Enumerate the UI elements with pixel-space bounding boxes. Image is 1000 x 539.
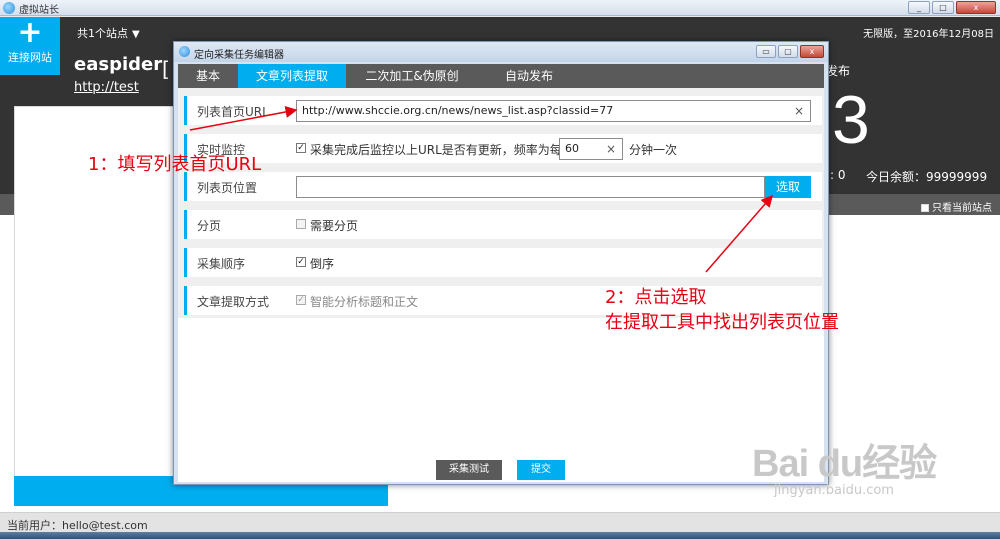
dialog-tabs: 基本 文章列表提取 二次加工&伪原创 自动发布	[178, 64, 824, 88]
clear-interval-icon[interactable]: ×	[606, 139, 616, 159]
close-button[interactable]: x	[956, 1, 996, 14]
monitor-checkbox[interactable]: ✓	[296, 143, 306, 153]
tab-secondary-processing[interactable]: 二次加工&伪原创	[346, 64, 478, 88]
submit-button[interactable]: 提交	[517, 460, 565, 480]
list-position-input[interactable]	[296, 176, 765, 198]
checkbox-icon	[921, 204, 929, 212]
list-url-label: 列表首页URL	[197, 105, 269, 119]
row-order: 采集顺序 ✓ 倒序	[184, 248, 822, 277]
order-label: 采集顺序	[197, 257, 246, 271]
monitor-interval-value: 60	[565, 142, 579, 155]
plus-icon: +	[17, 15, 43, 50]
monitor-text: 采集完成后监控以上URL是否有更新，频率为每	[310, 143, 562, 157]
dialog-window-controls: ▭ ▢ x	[756, 45, 824, 58]
task-editor-dialog: 定向采集任务编辑器 ▭ ▢ x 基本 文章列表提取 二次加工&伪原创 自动发布 …	[173, 41, 829, 485]
annotation-step1: 1：填写列表首页URL	[88, 154, 262, 175]
app-logo-icon	[3, 2, 15, 14]
list-position-label: 列表页位置	[197, 181, 258, 195]
row-monitor: 实时监控 ✓ 采集完成后监控以上URL是否有更新，频率为每 60 × 分钟一次	[184, 134, 822, 163]
order-text: 倒序	[310, 257, 335, 271]
tab-auto-publish[interactable]: 自动发布	[478, 64, 580, 88]
dialog-titlebar[interactable]: 定向采集任务编辑器 ▭ ▢ x	[174, 42, 828, 62]
extract-text: 智能分析标题和正文	[310, 295, 419, 309]
list-url-value: http://www.shccie.org.cn/news/news_list.…	[302, 104, 614, 117]
current-user: 当前用户：hello@test.com	[7, 519, 148, 532]
paging-label: 分页	[197, 219, 222, 233]
dialog-title: 定向采集任务编辑器	[194, 50, 284, 61]
tab-basic[interactable]: 基本	[178, 64, 238, 88]
status-bar: 当前用户：hello@test.com	[0, 512, 1000, 532]
site-count-dropdown[interactable]: 共1个站点 ▼	[77, 25, 140, 41]
dialog-content: 列表首页URL http://www.shccie.org.cn/news/ne…	[178, 88, 824, 482]
publish-label: 发布	[826, 64, 851, 78]
tab-article-list[interactable]: 文章列表提取	[238, 64, 346, 88]
site-count-label: 共1个站点	[77, 27, 128, 40]
annotation-step2-line1: 2：点击选取	[605, 287, 707, 308]
paging-checkbox[interactable]	[296, 219, 306, 229]
dialog-maximize-button[interactable]: ▢	[778, 45, 798, 58]
monitor-interval-input[interactable]: 60 ×	[559, 138, 623, 160]
app-title: 虚拟站长	[19, 5, 59, 16]
row-list-position: 列表页位置 选取	[184, 172, 822, 201]
maximize-button[interactable]: □	[932, 1, 954, 14]
app-titlebar: 虚拟站长 _ □ x	[0, 0, 1000, 16]
collect-test-button[interactable]: 采集测试	[436, 460, 502, 480]
clear-url-icon[interactable]: ×	[794, 101, 804, 121]
only-current-label: 只看当前站点	[932, 203, 992, 214]
select-position-button[interactable]: 选取	[765, 176, 811, 198]
baidu-watermark: Bai du经验 jingyan.baidu.com	[752, 432, 937, 498]
site-bracket: [	[162, 57, 170, 81]
connect-site-button[interactable]: + 连接网站	[0, 17, 60, 75]
list-url-input[interactable]: http://www.shccie.org.cn/news/news_list.…	[296, 100, 811, 122]
paging-text: 需要分页	[310, 219, 359, 233]
connect-site-label: 连接网站	[8, 51, 52, 64]
annotation-step2-line2: 在提取工具中找出列表页位置	[605, 312, 839, 333]
taskbar	[0, 532, 1000, 539]
row-list-url: 列表首页URL http://www.shccie.org.cn/news/ne…	[184, 96, 822, 125]
big-count: 3	[832, 82, 870, 158]
row-paging: 分页 需要分页	[184, 210, 822, 239]
edition-info: 无限版，至2016年12月08日	[863, 29, 994, 40]
dialog-minimize-button[interactable]: ▭	[756, 45, 776, 58]
stat-zero: : 0	[830, 168, 846, 182]
monitor-suffix: 分钟一次	[629, 143, 678, 157]
watermark-main: Bai du经验	[752, 443, 937, 485]
extract-label: 文章提取方式	[197, 295, 270, 309]
dialog-logo-icon	[179, 46, 190, 57]
site-name: easpider	[74, 54, 163, 75]
order-checkbox[interactable]: ✓	[296, 257, 306, 267]
form-area: 列表首页URL http://www.shccie.org.cn/news/ne…	[178, 88, 824, 318]
dialog-close-button[interactable]: x	[800, 45, 824, 58]
only-current-site-checkbox[interactable]: 只看当前站点	[921, 199, 992, 214]
minimize-button[interactable]: _	[908, 1, 930, 14]
extract-checkbox: ✓	[296, 295, 306, 305]
caret-down-icon: ▼	[132, 29, 140, 40]
daily-balance: 今日余额：99999999	[866, 170, 988, 184]
window-controls: _ □ x	[908, 1, 996, 14]
site-url-link[interactable]: http://test	[74, 80, 139, 95]
